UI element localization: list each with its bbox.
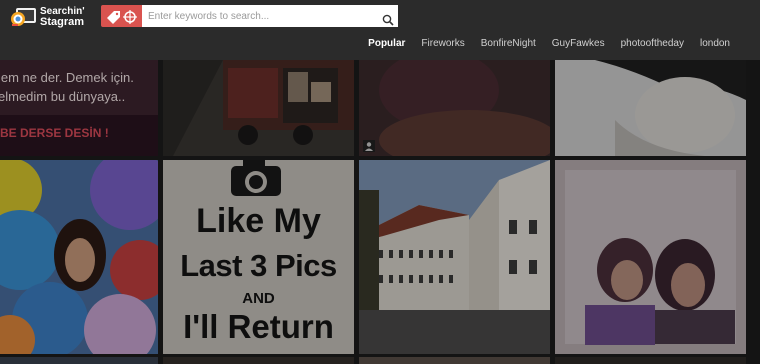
photo-tile[interactable] <box>555 160 746 354</box>
photo-image <box>163 60 354 156</box>
nav-popular[interactable]: Popular <box>360 37 413 51</box>
photo-tile[interactable] <box>555 357 746 364</box>
search-icon[interactable] <box>382 14 394 26</box>
like-text-line-2: Last 3 Pics <box>180 248 337 283</box>
photo-tile[interactable] <box>359 357 550 364</box>
photo-tile[interactable] <box>359 60 550 156</box>
nav-fireworks[interactable]: Fireworks <box>413 37 472 51</box>
photo-tile[interactable] <box>359 160 550 354</box>
photo-caption-line-3: BE DERSE DESİN ! <box>0 126 109 140</box>
photo-tile[interactable] <box>163 60 354 156</box>
site-logo[interactable]: Searchin' Stagram <box>10 5 90 29</box>
photo-tile[interactable] <box>0 160 158 354</box>
like-text-line-1: Like My <box>196 202 321 240</box>
photo-tile[interactable] <box>163 357 354 364</box>
top-bar: Searchin' Stagram Popular Fireworks Bonf… <box>0 0 760 60</box>
photo-caption-line-1: lem ne der. Demek için. <box>0 70 134 85</box>
nav-london[interactable]: london <box>692 37 760 51</box>
tag-nav: Popular Fireworks BonfireNight GuyFawkes… <box>368 37 760 51</box>
tag-filter-button[interactable] <box>101 5 142 27</box>
tag-icon <box>107 10 137 24</box>
search-bar <box>101 5 398 27</box>
photo-image <box>0 160 158 354</box>
photo-tile[interactable]: lem ne der. Demek için. elmedim bu dünya… <box>0 60 158 156</box>
user-icon <box>363 140 375 152</box>
logo-text: Searchin' Stagram <box>40 6 85 28</box>
like-text-line-4: I'll Return <box>183 308 334 345</box>
nav-photooftheday[interactable]: photooftheday <box>613 37 692 51</box>
nav-bonfirenight[interactable]: BonfireNight <box>473 37 544 51</box>
photo-image <box>359 60 550 156</box>
photo-image <box>555 160 746 354</box>
search-input[interactable] <box>142 5 398 27</box>
photo-tile[interactable] <box>0 357 158 364</box>
photo-caption-line-2: elmedim bu dünyaya.. <box>0 89 126 104</box>
photo-tile[interactable]: Like My Last 3 Pics AND I'll Return <box>163 160 354 354</box>
photo-tile[interactable] <box>555 60 746 156</box>
nav-guyfawkes[interactable]: GuyFawkes <box>544 37 613 51</box>
photo-image <box>555 60 746 156</box>
photo-image <box>359 160 550 354</box>
like-text-line-3: AND <box>242 290 275 307</box>
logo-icon <box>11 8 36 26</box>
photo-grid: lem ne der. Demek için. elmedim bu dünya… <box>0 60 760 364</box>
logo-line-2: Stagram <box>40 16 85 28</box>
